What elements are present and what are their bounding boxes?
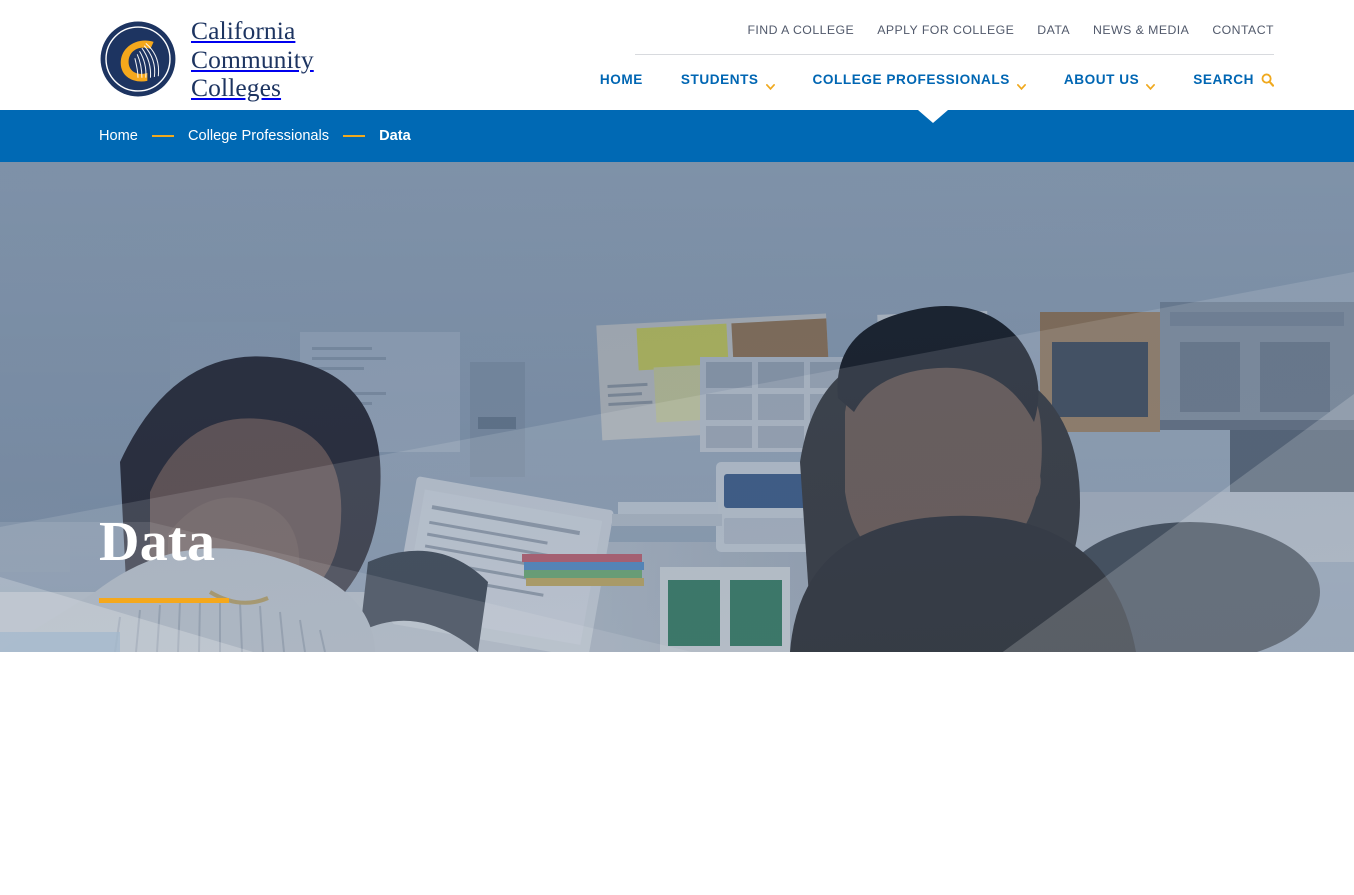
page-title: Data — [99, 511, 216, 573]
utility-nav-item-data[interactable]: DATA — [1037, 23, 1070, 37]
utility-nav-item-news-and-media[interactable]: NEWS & MEDIA — [1093, 23, 1189, 37]
chevron-down-icon — [1146, 78, 1156, 91]
hero-banner: Data — [0, 162, 1354, 652]
nav-item-students[interactable]: STUDENTS — [680, 72, 775, 91]
breadcrumb-item-data: Data — [379, 128, 411, 144]
nav-item-college-professionals-label: COLLEGE PROFESSIONALS — [812, 72, 1010, 87]
nav-item-search[interactable]: SEARCH — [1193, 72, 1275, 87]
utility-nav-item-contact[interactable]: CONTACT — [1212, 23, 1274, 37]
nav-item-college-professionals[interactable]: COLLEGE PROFESSIONALS — [812, 72, 1026, 91]
utility-nav-item-find-a-college[interactable]: FIND A COLLEGE — [747, 23, 854, 37]
nav-item-search-label: SEARCH — [1193, 72, 1254, 87]
breadcrumb-separator-icon — [343, 135, 366, 137]
nav-item-about-us-label: ABOUT US — [1063, 72, 1140, 87]
search-icon[interactable] — [1261, 73, 1275, 87]
breadcrumb-bar: Home College Professionals Data — [0, 110, 1354, 162]
header-divider — [635, 54, 1274, 55]
breadcrumb: Home College Professionals Data — [99, 128, 411, 144]
logo-wordmark: California Community Colleges — [191, 16, 314, 103]
breadcrumb-separator-icon — [151, 135, 174, 137]
main-content: Below are tools and resources we provide… — [0, 652, 1354, 895]
nav-item-home[interactable]: HOME — [600, 72, 643, 87]
title-accent-rule — [99, 598, 229, 603]
chevron-down-icon — [765, 78, 775, 91]
breadcrumb-item-college-professionals[interactable]: College Professionals — [188, 128, 329, 144]
main-nav: HOME STUDENTS COLLEGE PROFESSIONALS ABOU… — [600, 72, 1275, 91]
ccc-circle-logo-icon — [99, 20, 177, 98]
active-nav-pointer-icon — [918, 110, 948, 123]
utility-nav: FIND A COLLEGE APPLY FOR COLLEGE DATA NE… — [747, 23, 1274, 37]
site-header: California Community Colleges FIND A COL… — [0, 0, 1354, 110]
utility-nav-item-apply-for-college[interactable]: APPLY FOR COLLEGE — [877, 23, 1014, 37]
chevron-down-icon — [1016, 78, 1026, 91]
breadcrumb-item-home[interactable]: Home — [99, 128, 138, 144]
nav-item-home-label: HOME — [599, 72, 643, 87]
hero-content: Data — [99, 514, 229, 603]
nav-item-about-us[interactable]: ABOUT US — [1063, 72, 1156, 91]
site-logo-link[interactable]: California Community Colleges — [99, 16, 314, 103]
nav-item-students-label: STUDENTS — [680, 72, 759, 87]
